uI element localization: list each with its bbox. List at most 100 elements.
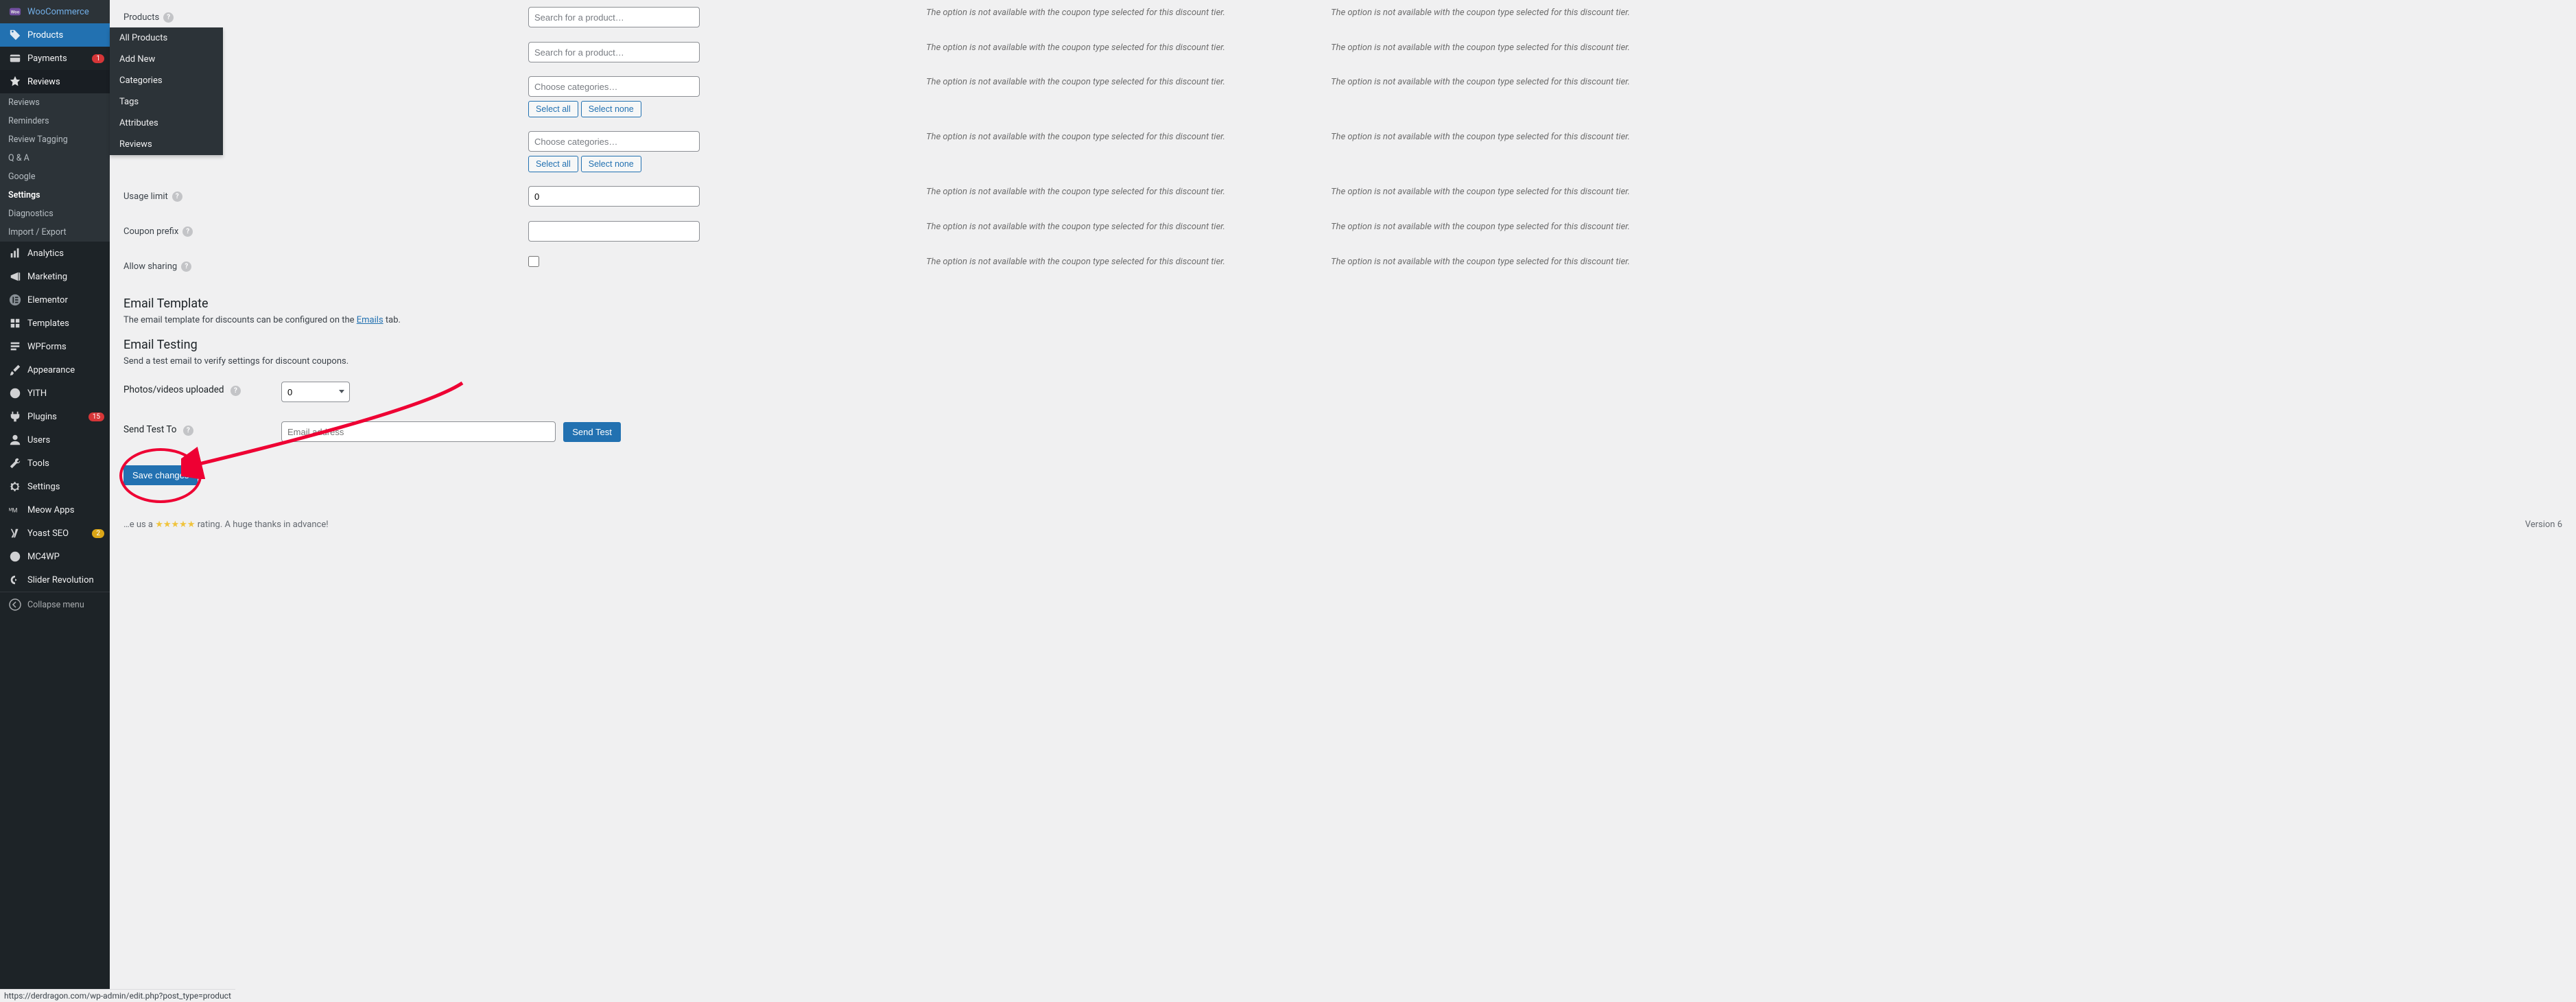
flyout-item-categories[interactable]: Categories [110,70,223,91]
help-icon[interactable]: ? [182,226,193,237]
flyout-item-attributes[interactable]: Attributes [110,113,223,134]
badge: 15 [88,412,104,421]
category-select-input[interactable] [528,76,700,97]
row-label: Usage limit [123,191,168,202]
help-icon[interactable]: ? [231,386,241,396]
menu-item-plugins[interactable]: Plugins15 [0,405,110,428]
flyout-item-all-products[interactable]: All Products [110,27,223,49]
setting-row-exclude-categories: Exclude categories?Select allSelect none… [123,124,2562,179]
menu-item-wpforms[interactable]: WPForms [0,335,110,358]
submenu-item-import-export[interactable]: Import / Export [0,223,110,242]
menu-item-payments[interactable]: Payments1 [0,47,110,70]
row-label: Coupon prefix [123,226,178,237]
plug-icon [8,410,22,423]
menu-item-woocommerce[interactable]: WooWooCommerce [0,0,110,23]
elem-icon [8,293,22,307]
yith-icon [8,386,22,400]
tmpl-icon [8,316,22,330]
not-available-text: The option is not available with the cou… [926,187,1225,197]
menu-item-mc4wp[interactable]: MC4WP [0,545,110,568]
rating-stars[interactable]: ★★★★★ [155,520,195,530]
emails-link[interactable]: Emails [357,315,383,325]
chart-icon [8,246,22,260]
user-icon [8,433,22,447]
flyout-item-reviews[interactable]: Reviews [110,134,223,155]
card-icon [8,51,22,65]
menu-item-elementor[interactable]: Elementor [0,288,110,312]
help-icon[interactable]: ? [163,12,174,23]
submenu-item-google[interactable]: Google [0,167,110,186]
star-icon [8,75,22,89]
setting-row-row-2: Select allSelect none The option is not a… [123,69,2562,124]
help-icon[interactable]: ? [181,261,191,272]
not-available-text: The option is not available with the cou… [926,8,1225,18]
not-available-text: The option is not available with the cou… [1331,222,1630,232]
submenu-item-review-tagging[interactable]: Review Tagging [0,130,110,149]
select-none-button[interactable]: Select none [581,101,641,117]
menu-item-products[interactable]: Products [0,23,110,47]
menu-item-appearance[interactable]: Appearance [0,358,110,382]
photos-uploaded-select[interactable]: 0 [281,382,350,402]
collapse-icon [8,598,22,611]
help-icon[interactable]: ? [183,426,193,436]
not-available-text: The option is not available with the cou… [1331,187,1630,197]
gear-icon [8,480,22,493]
submenu-item-settings[interactable]: Settings [0,186,110,205]
allow-sharing-checkbox[interactable] [528,256,539,267]
menu-item-users[interactable]: Users [0,428,110,452]
collapse-menu[interactable]: Collapse menu [0,592,110,617]
submenu-item-reminders[interactable]: Reminders [0,112,110,130]
not-available-text: The option is not available with the cou… [926,257,1225,267]
menu-item-templates[interactable]: Templates [0,312,110,335]
browser-status-bar: https://derdragon.com/wp-admin/edit.php?… [0,989,235,1002]
brush-icon [8,363,22,377]
setting-row-products: Products? The option is not available wit… [123,0,2562,35]
not-available-text: The option is not available with the cou… [1331,43,1630,53]
flyout-item-tags[interactable]: Tags [110,91,223,113]
svg-text:Woo: Woo [11,10,20,15]
mega-icon [8,270,22,283]
menu-item-analytics[interactable]: Analytics [0,242,110,265]
flyout-item-add-new[interactable]: Add New [110,49,223,70]
submenu-item-reviews[interactable]: Reviews [0,93,110,112]
select-none-button[interactable]: Select none [581,156,641,172]
send-test-button[interactable]: Send Test [563,422,621,442]
menu-item-reviews[interactable]: Reviews [0,70,110,93]
menu-item-settings[interactable]: Settings [0,475,110,498]
footer: …e us a ★★★★★ rating. A huge thanks in a… [123,520,2562,530]
collapse-label: Collapse menu [27,600,84,610]
menu-item-tools[interactable]: Tools [0,452,110,475]
badge: 2 [92,529,104,538]
submenu-item-q-a[interactable]: Q & A [0,149,110,167]
help-icon[interactable]: ? [172,191,182,202]
menu-item-slider-revolution[interactable]: Slider Revolution [0,568,110,592]
usage-limit-input[interactable] [528,186,700,207]
select-all-button[interactable]: Select all [528,156,578,172]
menu-item-marketing[interactable]: Marketing [0,265,110,288]
not-available-text: The option is not available with the cou… [926,43,1225,53]
row-label: Allow sharing [123,261,177,272]
menu-item-yoast-seo[interactable]: Yoast SEO2 [0,522,110,545]
svg-text:ᴹM: ᴹM [9,508,18,515]
meow-icon: ᴹM [8,503,22,517]
wpf-icon [8,340,22,353]
main-content: Products? The option is not available wit… [110,0,2576,557]
photos-uploaded-label: Photos/videos uploaded [123,384,224,395]
not-available-text: The option is not available with the cou… [1331,257,1630,267]
select-all-button[interactable]: Select all [528,101,578,117]
row-label: Products [123,12,159,23]
email-template-desc: The email template for discounts can be … [123,315,2562,325]
not-available-text: The option is not available with the cou… [1331,77,1630,87]
coupon-prefix-input[interactable] [528,221,700,242]
wrench-icon [8,456,22,470]
submenu-item-diagnostics[interactable]: Diagnostics [0,205,110,223]
product-search-input[interactable] [528,42,700,62]
category-select-input[interactable] [528,131,700,152]
save-changes-button[interactable]: Save changes [123,465,198,485]
setting-row-row-1: The option is not available with the cou… [123,35,2562,69]
send-test-to-label: Send Test To [123,424,176,435]
menu-item-meow-apps[interactable]: ᴹMMeow Apps [0,498,110,522]
menu-item-yith[interactable]: YITH [0,382,110,405]
send-test-email-input[interactable] [281,421,556,442]
product-search-input[interactable] [528,7,700,27]
